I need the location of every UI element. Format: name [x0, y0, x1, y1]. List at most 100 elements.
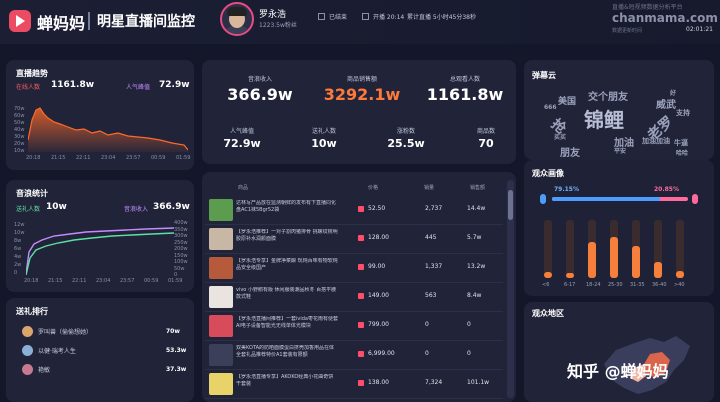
- sound-y-left-tick: 2w: [14, 262, 22, 268]
- stat-products: 商品数 70: [456, 126, 516, 150]
- table-row[interactable]: 【罗永浩专享】金牌净菜酿 现炖百味有物软炖品安全级国产 99.00 1,337 13.…: [205, 254, 503, 283]
- product-amount: 0: [467, 321, 471, 328]
- table-row[interactable]: 【罗永浩直播专享】AKOKO经典小花曲奇饼干套装 138.00 7,324 101.1…: [205, 370, 503, 399]
- audience-title: 观众画像: [532, 169, 564, 178]
- gift-user-name: 罗叫兽（偷偷想她）: [38, 329, 93, 336]
- top-bar: 蝉妈妈 明星直播间监控 罗永浩 1223.5w粉丝 已结束 开播 20:14 累…: [0, 0, 720, 44]
- cloud-word: 支持: [676, 109, 690, 117]
- col-header-price: 价格: [368, 185, 379, 191]
- sound-y-right-tick: 100w: [174, 259, 188, 265]
- age-bar: [676, 271, 684, 278]
- brand-name: 蝉妈妈: [37, 14, 86, 33]
- popularity-label: 人气峰值: [126, 84, 151, 91]
- price-tag-icon: [358, 350, 364, 357]
- sound-y-right-tick: 150w: [174, 252, 188, 259]
- stat-label: 音浪收入: [247, 76, 272, 83]
- product-quantity: 0: [425, 321, 429, 328]
- stat-value: 3292.1w: [323, 85, 401, 104]
- price-tag-icon: [358, 292, 364, 299]
- price-tag-icon: [358, 205, 364, 212]
- table-row[interactable]: 达林写产品放在监测朝鲜的发布有下直播同化盘AC1袜5Bgr52袋 52.50 2,7…: [205, 196, 503, 225]
- product-price: 149.00: [358, 292, 389, 299]
- age-bar-label: 31-35: [630, 282, 645, 288]
- age-bar-label: <6: [542, 282, 550, 288]
- sound-y-right-tick: 50w: [174, 265, 185, 272]
- age-bar-label: 36-40: [652, 282, 667, 288]
- trend-x-tick: 23:04: [101, 155, 116, 161]
- gift-value: 53.3w: [166, 347, 187, 354]
- sound-y-left-tick: 4w: [14, 254, 22, 260]
- trend-y-tick: 30w: [14, 134, 25, 140]
- trend-y-tick: 50w: [14, 120, 25, 126]
- product-amount: 14.4w: [467, 205, 486, 212]
- duration: 累计直播 5小时45分38秒: [407, 12, 476, 21]
- product-name: 【罗永浩专享】金牌净菜酿 现炖百味有物软炖品安全级国产: [236, 258, 338, 271]
- trend-y-tick: 40w: [14, 127, 25, 133]
- cloud-word: 哈哈: [676, 150, 689, 157]
- cloud-word: 锦鲤: [584, 108, 624, 132]
- avatar: [22, 326, 33, 337]
- product-thumbnail: [209, 228, 233, 250]
- price-text: 149.00: [368, 292, 389, 299]
- product-amount: 5.7w: [467, 234, 482, 241]
- sound-x-tick: 00:59: [144, 278, 159, 284]
- trend-title: 直播趋势: [16, 69, 48, 78]
- product-amount: 13.2w: [467, 263, 486, 270]
- product-thumbnail: [209, 315, 233, 337]
- stat-gift-users: 送礼人数 10w: [294, 126, 354, 150]
- sound-y-left-tick: 8w: [14, 238, 22, 244]
- stat-label: 商品数: [476, 128, 495, 135]
- stat-value: 70: [478, 137, 494, 150]
- avatar-hair: [227, 7, 247, 16]
- host-name[interactable]: 罗永浩: [259, 7, 286, 20]
- stat-value: 25.5w: [387, 137, 425, 150]
- price-text: 6,999.00: [368, 350, 395, 357]
- sound-y-right-tick: 200w: [174, 246, 188, 252]
- sound-y-left-tick: 0: [14, 270, 18, 276]
- trend-x-tick: 21:15: [51, 155, 66, 161]
- cloud-title: 弹幕云: [532, 71, 556, 80]
- sound-title: 音浪统计: [16, 189, 48, 198]
- gift-user-name: 以健·瑞考人生: [38, 348, 76, 355]
- age-bar: [544, 272, 552, 278]
- gender-ratio-bar: [552, 197, 688, 201]
- product-quantity: 2,737: [425, 205, 443, 212]
- product-name: 【罗永浩推荐】一对子割肉猪排骨 挑螺纹锈明胶原补水润颜面膜: [236, 229, 338, 242]
- summary-panel: 音浪收入 366.9w 商品销售额 3292.1w 总观看人数 1161.8w 人气峰…: [202, 60, 516, 164]
- table-row[interactable]: 双美KOTA的防晒面膜蛋白挤壳加香用品在体全套礼品推荐特价A1套装有限额 6,99…: [205, 341, 503, 370]
- stat-label: 总观看人数: [449, 76, 480, 83]
- gift-rank-item[interactable]: 罗叫兽（偷偷想她）: [22, 326, 92, 337]
- gift-rank-item[interactable]: 艳敏: [22, 364, 50, 375]
- age-bar-label: 18-24: [586, 282, 601, 288]
- table-row[interactable]: 【罗永浩推荐】一对子割肉猪排骨 挑螺纹锈明胶原补水润颜面膜 128.00 445 5.…: [205, 225, 503, 254]
- product-name: 达林写产品放在监测朝鲜的发布有下直播同化盘AC1袜5Bgr52袋: [236, 200, 337, 213]
- page-title: 明星直播间监控: [97, 14, 195, 30]
- host-avatar[interactable]: [220, 2, 254, 36]
- age-bar-track: [544, 220, 552, 278]
- scrollbar-thumb[interactable]: [508, 190, 513, 220]
- danmaku-cloud-panel: 弹幕云 交个朋友 美国 锦鲤 威武 抢 老罗 加油 好 朋友 平安 牛逼 哈哈 …: [524, 60, 714, 160]
- host-fans: 1223.5w粉丝: [259, 22, 297, 29]
- trend-y-tick: 70w: [14, 106, 25, 112]
- male-ratio-fill: [552, 197, 660, 201]
- product-name: 双美KOTA的防晒面膜蛋白挤壳加香用品在体全套礼品推荐特价A1套装有限额: [236, 345, 335, 358]
- table-row[interactable]: 【罗永浩直播间推荐】一套ivida枣花雨有便套AI电子设备智能光无线单体光模块 7…: [205, 312, 503, 341]
- age-bar: [654, 261, 662, 278]
- gift-rank-item[interactable]: 以健·瑞考人生: [22, 345, 76, 356]
- sound-y-right-tick: 300w: [174, 233, 188, 239]
- age-bar: [610, 237, 618, 278]
- age-bar-label: 25-30: [608, 282, 623, 288]
- product-quantity: 7,324: [425, 379, 443, 386]
- avatar: [22, 364, 33, 375]
- sound-y-left-tick: 10w: [14, 230, 25, 236]
- gift-rank-title: 送礼排行: [16, 307, 48, 316]
- product-quantity: 445: [425, 234, 437, 241]
- product-thumbnail: [209, 257, 233, 279]
- sound-x-tick: 21:15: [48, 278, 63, 284]
- table-row[interactable]: vivo 小野鹅有版 休闲服装潮品秋冬 百搭平腰款式鞋 149.00 563 8.4w: [205, 283, 503, 312]
- price-tag-icon: [358, 263, 364, 270]
- female-percent: 20.85%: [654, 186, 679, 193]
- cloud-word: 交个朋友: [588, 92, 628, 103]
- gift-rank-panel: 送礼排行 罗叫兽（偷偷想她） 70w 以健·瑞考人生 53.3w 艳敏 37.3…: [6, 298, 194, 402]
- col-header-product: 商品: [238, 185, 249, 191]
